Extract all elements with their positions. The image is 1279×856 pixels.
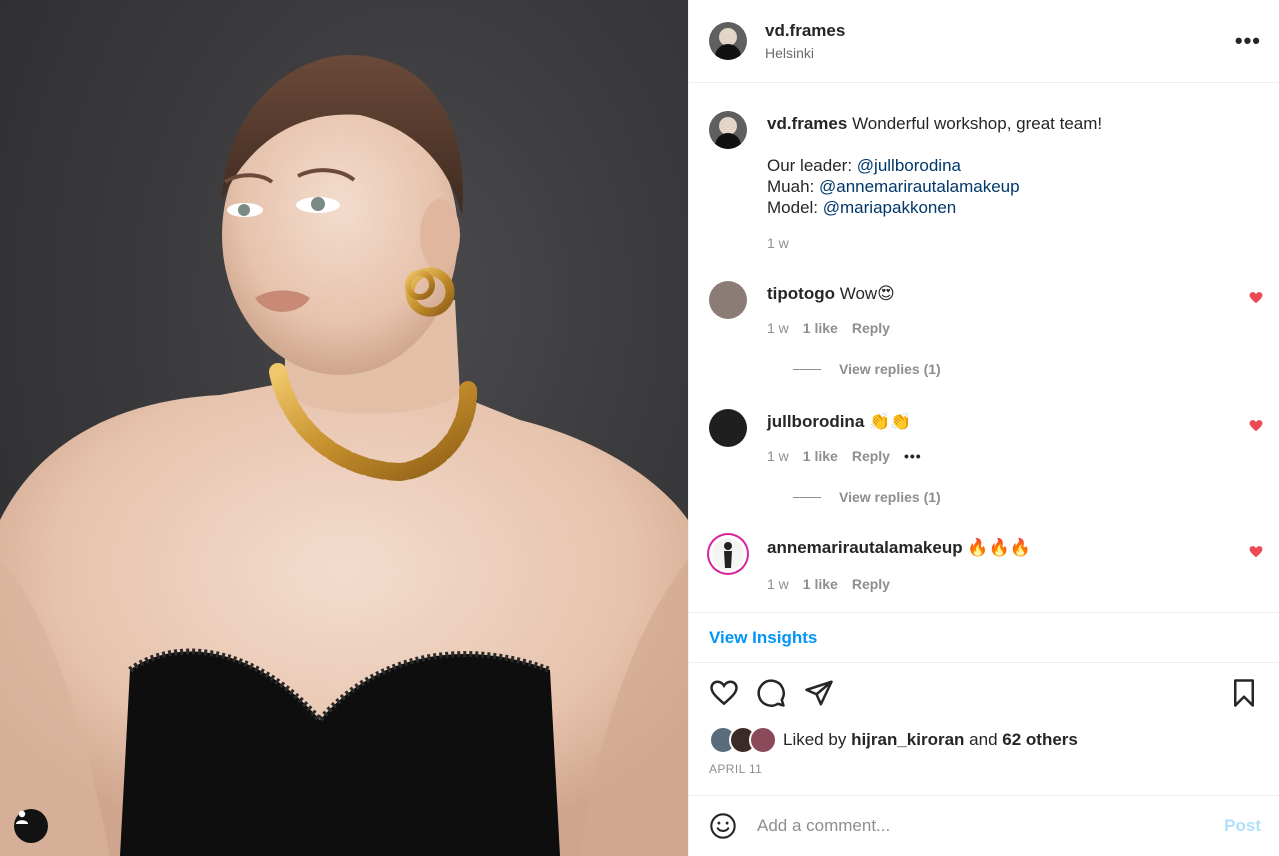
comment-list: vd.frames Wonderful workshop, great team… bbox=[689, 84, 1279, 612]
comment-icon[interactable] bbox=[756, 678, 786, 708]
mention-link[interactable]: @mariapakkonen bbox=[823, 198, 957, 217]
caption-line-label: Our leader: bbox=[767, 156, 853, 175]
likes-prefix: Liked by bbox=[783, 730, 847, 749]
portrait-illustration bbox=[0, 55, 688, 856]
like-heart-icon[interactable] bbox=[709, 678, 739, 708]
liker-avatar[interactable] bbox=[749, 726, 777, 754]
likes-and: and bbox=[969, 730, 998, 749]
comment-username[interactable]: jullborodina bbox=[767, 412, 864, 431]
caption-text: Wonderful workshop, great team! bbox=[852, 114, 1103, 133]
comment-text: Wow😍 bbox=[839, 284, 895, 303]
view-insights-link[interactable]: View Insights bbox=[689, 612, 1279, 663]
caption: vd.frames Wonderful workshop, great team… bbox=[709, 111, 1263, 261]
action-bar bbox=[709, 678, 1259, 712]
comment-more-icon[interactable]: ••• bbox=[904, 448, 922, 464]
liked-heart-icon[interactable] bbox=[1249, 545, 1263, 559]
replies-divider bbox=[793, 368, 821, 370]
post-sidebar: vd.frames Helsinki ••• vd.frames Wonderf… bbox=[688, 0, 1279, 856]
share-icon[interactable] bbox=[804, 678, 834, 708]
commenter-avatar[interactable] bbox=[709, 409, 747, 447]
liker-username[interactable]: hijran_kiroran bbox=[851, 730, 964, 749]
emoji-icon[interactable] bbox=[709, 812, 737, 840]
caption-time[interactable]: 1 w bbox=[767, 235, 789, 251]
add-comment-bar: Post bbox=[689, 795, 1279, 856]
comment-item: tipotogo Wow😍 1 w 1 like Reply View repl… bbox=[709, 281, 1263, 391]
comment-likes[interactable]: 1 like bbox=[803, 448, 838, 464]
post-location[interactable]: Helsinki bbox=[765, 45, 845, 61]
comment-likes[interactable]: 1 like bbox=[803, 576, 838, 592]
view-replies-button[interactable]: View replies (1) bbox=[793, 361, 941, 377]
likes-others-link[interactable]: 62 others bbox=[1002, 730, 1078, 749]
view-replies-button[interactable]: View replies (1) bbox=[793, 489, 941, 505]
replies-divider bbox=[793, 496, 821, 498]
author-avatar[interactable] bbox=[709, 22, 747, 60]
reply-button[interactable]: Reply bbox=[852, 576, 890, 592]
tagged-user-icon[interactable] bbox=[14, 809, 48, 843]
comment-text: 👏👏 bbox=[869, 412, 912, 431]
likes-summary: Liked by hijran_kiroran and 62 others bbox=[709, 726, 1078, 754]
caption-line-label: Model: bbox=[767, 198, 819, 217]
comment-time[interactable]: 1 w bbox=[767, 576, 789, 592]
post-comment-button[interactable]: Post bbox=[1224, 816, 1261, 836]
author-username[interactable]: vd.frames bbox=[765, 21, 845, 41]
view-replies-label: View replies (1) bbox=[839, 489, 941, 505]
more-options-icon[interactable]: ••• bbox=[1235, 28, 1261, 54]
comment-text: 🔥🔥🔥 bbox=[967, 538, 1031, 557]
save-bookmark-icon[interactable] bbox=[1229, 678, 1259, 708]
comment-likes[interactable]: 1 like bbox=[803, 320, 838, 336]
post-photo[interactable] bbox=[0, 0, 688, 856]
caption-avatar[interactable] bbox=[709, 111, 747, 149]
comment-time[interactable]: 1 w bbox=[767, 448, 789, 464]
comment-username[interactable]: annemarirautalamakeup bbox=[767, 538, 963, 557]
post-header: vd.frames Helsinki ••• bbox=[689, 0, 1279, 83]
instagram-post-window: vd.frames Helsinki ••• vd.frames Wonderf… bbox=[0, 0, 1279, 856]
liked-heart-icon[interactable] bbox=[1249, 419, 1263, 433]
post-date[interactable]: APRIL 11 bbox=[709, 762, 762, 776]
caption-username[interactable]: vd.frames bbox=[767, 114, 847, 133]
liked-heart-icon[interactable] bbox=[1249, 291, 1263, 305]
commenter-avatar[interactable] bbox=[709, 281, 747, 319]
comment-input[interactable] bbox=[755, 815, 1225, 837]
caption-line-label: Muah: bbox=[767, 177, 815, 196]
reply-button[interactable]: Reply bbox=[852, 448, 890, 464]
comment-username[interactable]: tipotogo bbox=[767, 284, 835, 303]
mention-link[interactable]: @annemarirautalamakeup bbox=[819, 177, 1020, 196]
mention-link[interactable]: @jullborodina bbox=[857, 156, 961, 175]
likes-text: Liked by hijran_kiroran and 62 others bbox=[783, 730, 1078, 750]
commenter-avatar-story[interactable] bbox=[709, 535, 747, 573]
reply-button[interactable]: Reply bbox=[852, 320, 890, 336]
view-replies-label: View replies (1) bbox=[839, 361, 941, 377]
comment-item: jullborodina 👏👏 1 w 1 like Reply ••• Vie… bbox=[709, 409, 1263, 519]
comment-time[interactable]: 1 w bbox=[767, 320, 789, 336]
comment-item: annemarirautalamakeup 🔥🔥🔥 1 w 1 like Rep… bbox=[709, 535, 1263, 605]
